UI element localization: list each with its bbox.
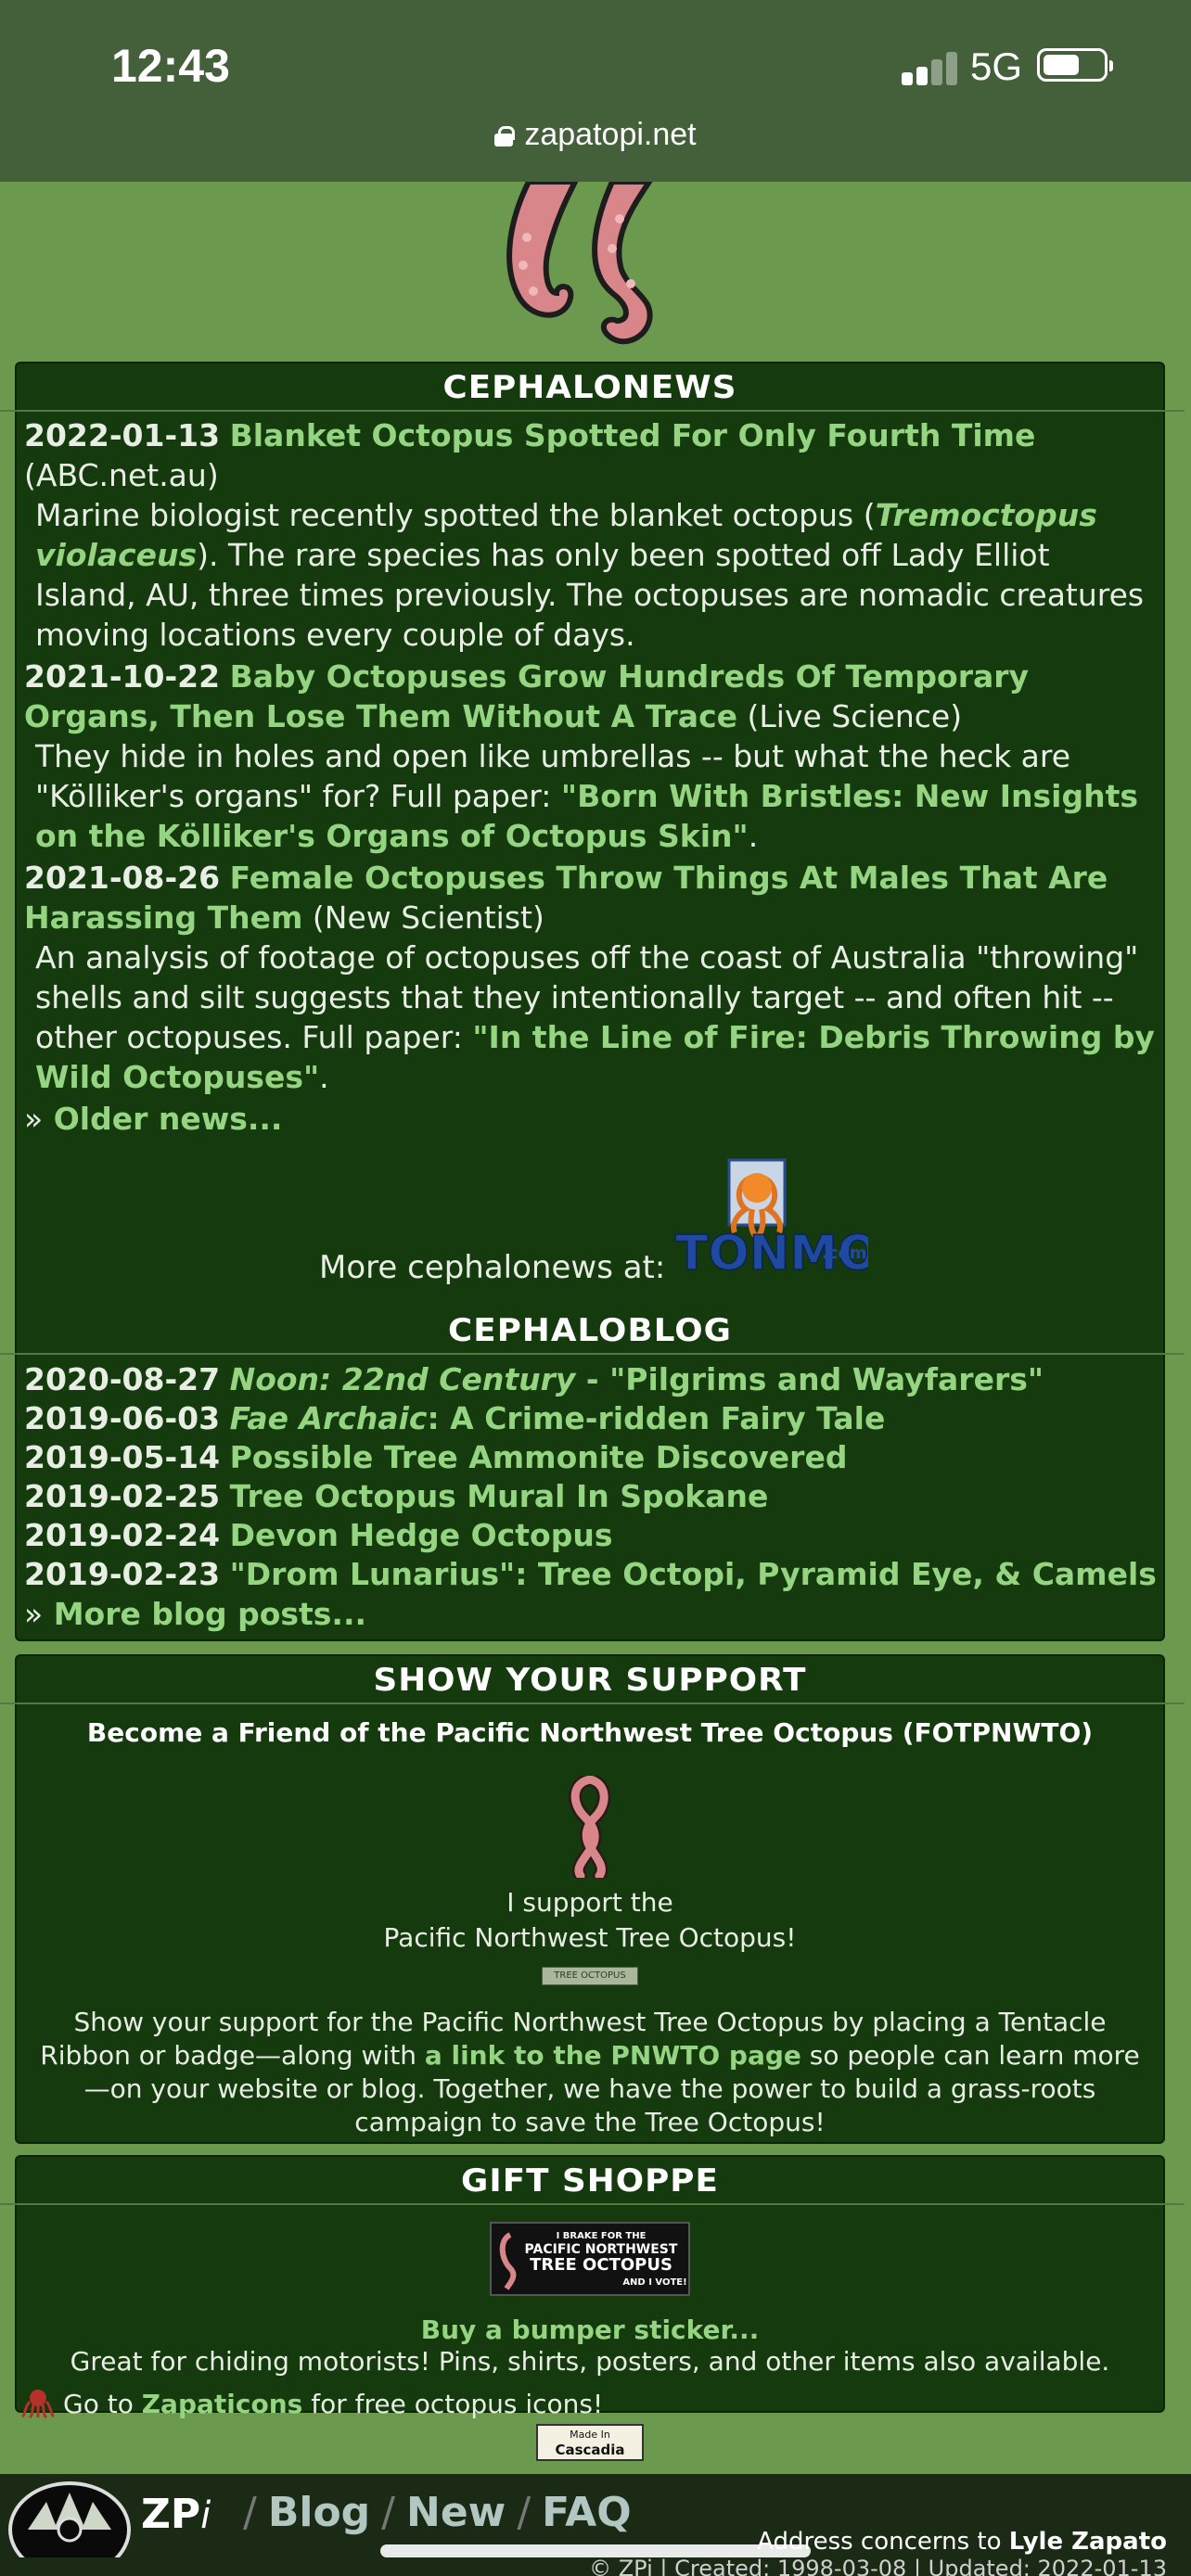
fotpnwto-title: Become a Friend of the Pacific Northwest…: [86, 1717, 1094, 1748]
more-prefix: »: [24, 1101, 44, 1137]
zapaticons-text: for free octopus icons!: [302, 2389, 604, 2419]
more-prefix: »: [24, 1596, 44, 1632]
gift-shoppe-panel: Gift Shoppe I BRAKE FOR THE PACIFIC NORT…: [0, 2155, 1185, 2419]
news-source: (New Scientist): [312, 899, 544, 936]
zpi-logo-icon[interactable]: [0, 2474, 139, 2557]
support-panel: Show Your Support Become a Friend of the…: [0, 1654, 1185, 2144]
blog-item: 2019-05-14 Possible Tree Ammonite Discov…: [24, 1438, 1156, 1477]
news-source: (Live Science): [747, 698, 963, 734]
nav-separator: /: [517, 2489, 531, 2536]
news-date: 2021-08-26: [24, 860, 221, 896]
blog-date: 2020-08-27: [24, 1361, 221, 1397]
blog-date: 2019-02-25: [24, 1478, 221, 1514]
tree-octopus-badge[interactable]: TREE OCTOPUS: [542, 1967, 638, 1985]
browser-chrome: 12:43 5G zapatopi.net: [0, 0, 1191, 182]
blog-item: 2019-06-03 Fae Archaic: A Crime-ridden F…: [24, 1399, 1156, 1438]
support-description: Show your support for the Pacific Northw…: [17, 2006, 1163, 2156]
blog-date: 2019-05-14: [24, 1439, 221, 1475]
news-desc-text: .: [319, 1059, 329, 1095]
more-blog-posts-link[interactable]: More blog posts...: [54, 1596, 366, 1632]
blog-item: 2020-08-27 Noon: 22nd Century - "Pilgrim…: [24, 1360, 1156, 1399]
blog-link[interactable]: Devon Hedge Octopus: [230, 1517, 613, 1553]
address-line: Address concerns to Lyle Zapato: [757, 2528, 1167, 2556]
blog-link[interactable]: "Drom Lunarius": Tree Octopi, Pyramid Ey…: [230, 1556, 1157, 1592]
blog-item: 2019-02-25 Tree Octopus Mural In Spokane: [24, 1477, 1156, 1516]
more-cephalonews-label: More cephalonews at:: [319, 1249, 666, 1286]
tonmo-row: More cephalonews at: TONMO .com: [17, 1140, 1163, 1307]
home-indicator[interactable]: [380, 2544, 811, 2557]
nav-separator: /: [381, 2489, 395, 2536]
news-date: 2021-10-22: [24, 658, 221, 695]
ribbon-caption-2: Pacific Northwest Tree Octopus!: [383, 1922, 797, 1953]
blog-link[interactable]: Possible Tree Ammonite Discovered: [230, 1439, 848, 1475]
news-description: An analysis of footage of octopuses off …: [24, 937, 1156, 1097]
network-type: 5G: [970, 45, 1023, 88]
nav-blog-link[interactable]: Blog: [268, 2489, 370, 2536]
nav-separator: /: [243, 2489, 257, 2536]
address-bar[interactable]: zapatopi.net: [0, 117, 1191, 153]
nav-new-link[interactable]: New: [406, 2489, 506, 2536]
nav-faq-link[interactable]: FAQ: [542, 2489, 631, 2536]
octopus-icon: [21, 2390, 55, 2418]
cephalonews-panel: Cephalonews 2022-01-13 Blanket Octopus S…: [0, 362, 1185, 1641]
zapaticons-text: Go to: [63, 2389, 142, 2419]
news-source: (ABC.net.au): [24, 457, 219, 493]
ribbon-caption-1: I support the: [506, 1887, 673, 1918]
cephalonews-heading: Cephalonews: [0, 363, 1185, 412]
lyle-zapato-link[interactable]: Lyle Zapato: [1009, 2528, 1167, 2556]
lock-icon: [494, 126, 516, 147]
bumper-sticker-image[interactable]: I BRAKE FOR THE PACIFIC NORTHWEST TREE O…: [490, 2222, 690, 2296]
blog-item: 2019-02-23 "Drom Lunarius": Tree Octopi,…: [24, 1555, 1157, 1594]
news-item: 2022-01-13 Blanket Octopus Spotted For O…: [24, 415, 1156, 655]
news-item: 2021-08-26 Female Octopuses Throw Things…: [24, 858, 1156, 1097]
cellular-signal-icon: [902, 48, 957, 85]
footer: ZPi / Blog / New / FAQ Address concerns to Ly…: [0, 2474, 1191, 2576]
news-desc-text: .: [748, 818, 759, 854]
battery-icon: [1037, 48, 1113, 82]
tentacle-logo-icon: [506, 182, 653, 345]
blog-date: 2019-02-23: [24, 1556, 221, 1592]
blog-item: 2019-02-24 Devon Hedge Octopus: [24, 1516, 1156, 1555]
svg-text:TREE OCTOPUS: TREE OCTOPUS: [530, 2255, 672, 2275]
svg-text:AND I VOTE!: AND I VOTE!: [622, 2277, 686, 2288]
status-time: 12:43: [111, 40, 230, 92]
zapaticons-line: Go to Zapaticons for free octopus icons!: [17, 2378, 1163, 2427]
cephaloblog-heading: Cephaloblog: [0, 1307, 1185, 1355]
gift-description: Great for chiding motorists! Pins, shirt…: [70, 2346, 1110, 2377]
svg-text:.com: .com: [822, 1243, 867, 1263]
news-list: 2022-01-13 Blanket Octopus Spotted For O…: [17, 412, 1163, 1097]
blog-link[interactable]: Fae Archaic: A Crime-ridden Fairy Tale: [230, 1400, 886, 1436]
gift-shoppe-heading: Gift Shoppe: [0, 2157, 1185, 2205]
support-heading: Show Your Support: [0, 1656, 1185, 1704]
copyright: © ZPi | Created: 1998-03-08 | Updated: 2…: [589, 2556, 1167, 2576]
svg-text:I BRAKE FOR THE: I BRAKE FOR THE: [557, 2231, 647, 2241]
blog-link[interactable]: Noon: 22nd Century - "Pilgrims and Wayfa…: [230, 1361, 1044, 1397]
zapaticons-link[interactable]: Zapaticons: [142, 2389, 303, 2419]
blog-date: 2019-02-24: [24, 1517, 221, 1553]
news-desc-text: ). The rare species has only been spotte…: [35, 537, 1145, 653]
older-news-link[interactable]: Older news...: [54, 1101, 283, 1137]
blog-link[interactable]: Tree Octopus Mural In Spokane: [230, 1478, 769, 1514]
blog-list: 2020-08-27 Noon: 22nd Century - "Pilgrim…: [17, 1355, 1163, 1594]
buy-bumper-sticker-link[interactable]: Buy a bumper sticker...: [17, 2315, 1163, 2345]
zpi-brand[interactable]: ZPi: [141, 2491, 211, 2538]
more-blog-posts: » More blog posts...: [17, 1594, 1163, 1635]
news-item: 2021-10-22 Baby Octopuses Grow Hundreds …: [24, 657, 1156, 856]
tonmo-logo[interactable]: TONMO .com: [673, 1158, 868, 1288]
news-description: They hide in holes and open like umbrell…: [24, 736, 1156, 856]
footer-nav: / Blog / New / FAQ: [232, 2489, 632, 2536]
made-in-cascadia-badge[interactable]: Made In Cascadia: [536, 2424, 644, 2461]
blog-date: 2019-06-03: [24, 1400, 221, 1436]
news-title-link[interactable]: Blanket Octopus Spotted For Only Fourth …: [230, 417, 1036, 453]
news-description: Marine biologist recently spotted the bl…: [24, 495, 1156, 655]
news-date: 2022-01-13: [24, 417, 221, 453]
older-news: » Older news...: [17, 1099, 1163, 1140]
cascadia-line-1: Made In: [570, 2429, 610, 2441]
tentacle-ribbon-icon[interactable]: [562, 1776, 618, 1878]
pnwto-page-link[interactable]: a link to the PNWTO page: [425, 2040, 801, 2071]
news-desc-text: Marine biologist recently spotted the bl…: [35, 497, 876, 533]
url-text: zapatopi.net: [524, 117, 697, 152]
cascadia-line-2: Cascadia: [555, 2442, 625, 2458]
